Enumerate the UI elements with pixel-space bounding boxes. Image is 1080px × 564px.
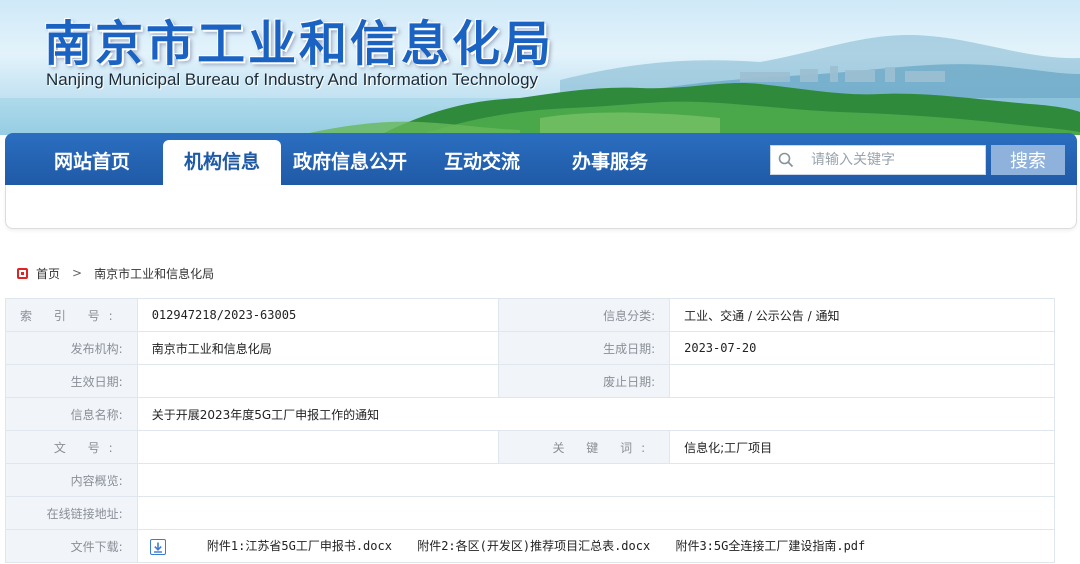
abolished-date-label: 废止日期:: [497, 364, 671, 398]
doc-no-label: 文 号:: [5, 430, 138, 464]
keywords-label: 关 键 词:: [497, 430, 671, 464]
info-name-label: 信息名称:: [5, 397, 138, 431]
table-row: 文件下载: 附件1:江苏省5G工厂申报书.docx 附件2:各区(开发区)推荐项…: [5, 529, 1056, 563]
category-value: 工业、交通 / 公示公告 / 通知: [669, 298, 1055, 332]
table-row: 文 号: 关 键 词: 信息化;工厂项目: [5, 430, 1055, 464]
table-row: 信息名称: 关于开展2023年度5G工厂申报工作的通知: [5, 397, 1056, 431]
document-info-table: 索 引 号: 012947218/2023-63005 信息分类: 工业、交通 …: [5, 298, 1056, 563]
effective-date-value: [136, 364, 499, 398]
summary-value: [136, 463, 1056, 497]
breadcrumb-current[interactable]: 南京市工业和信息化局: [94, 265, 214, 282]
keywords-value: 信息化;工厂项目: [669, 430, 1055, 464]
category-label: 信息分类:: [497, 298, 671, 332]
online-link-label: 在线链接地址:: [5, 496, 138, 530]
publisher-value: 南京市工业和信息化局: [136, 331, 499, 365]
abolished-date-value: [669, 364, 1055, 398]
breadcrumb-separator: >: [72, 266, 83, 280]
attachment-link-3[interactable]: 附件3:5G全连接工厂建设指南.pdf: [675, 539, 865, 553]
table-row: 索 引 号: 012947218/2023-63005 信息分类: 工业、交通 …: [5, 298, 1055, 332]
index-no-value: 012947218/2023-63005: [136, 298, 499, 332]
nav-item-services[interactable]: 办事服务: [551, 133, 669, 185]
table-row: 生效日期: 废止日期:: [5, 364, 1055, 398]
location-icon: [17, 267, 28, 279]
table-row: 内容概览:: [5, 463, 1056, 497]
doc-no-value: [136, 430, 499, 464]
info-name-value: 关于开展2023年度5G工厂申报工作的通知: [136, 397, 1056, 431]
publisher-label: 发布机构:: [5, 331, 138, 365]
file-download-cell: 附件1:江苏省5G工厂申报书.docx 附件2:各区(开发区)推荐项目汇总表.d…: [136, 529, 1056, 563]
header-banner: 南京市工业和信息化局 Nanjing Municipal Bureau of I…: [0, 0, 1080, 135]
index-no-label: 索 引 号:: [5, 298, 138, 332]
table-row: 在线链接地址:: [5, 496, 1056, 530]
effective-date-label: 生效日期:: [5, 364, 138, 398]
search-icon: [771, 146, 801, 174]
created-date-label: 生成日期:: [497, 331, 671, 365]
breadcrumb-home[interactable]: 首页: [36, 265, 60, 282]
file-download-label: 文件下载:: [5, 529, 138, 563]
attachment-link-1[interactable]: 附件1:江苏省5G工厂申报书.docx: [207, 539, 392, 553]
download-icon[interactable]: [149, 538, 166, 555]
breadcrumb: 首页 > 南京市工业和信息化局: [17, 264, 214, 282]
attachment-link-2[interactable]: 附件2:各区(开发区)推荐项目汇总表.docx: [417, 539, 650, 553]
nav-item-organization[interactable]: 机构信息: [163, 140, 281, 185]
search-box: [770, 145, 986, 175]
main-navigation: 网站首页 机构信息 政府信息公开 互动交流 办事服务 搜索: [5, 133, 1077, 185]
site-title: 南京市工业和信息化局: [44, 16, 555, 72]
nav-item-home[interactable]: 网站首页: [33, 133, 151, 185]
nav-item-gov-disclosure[interactable]: 政府信息公开: [287, 133, 413, 185]
search-input[interactable]: [801, 147, 985, 173]
created-date-value: 2023-07-20: [669, 331, 1055, 365]
nav-item-interaction[interactable]: 互动交流: [423, 133, 541, 185]
site-subtitle: Nanjing Municipal Bureau of Industry And…: [46, 70, 539, 89]
summary-label: 内容概览:: [5, 463, 138, 497]
online-link-value: [136, 496, 1056, 530]
sub-navigation-bar: [5, 185, 1077, 229]
table-row: 发布机构: 南京市工业和信息化局 生成日期: 2023-07-20: [5, 331, 1055, 365]
search-button[interactable]: 搜索: [991, 145, 1065, 175]
